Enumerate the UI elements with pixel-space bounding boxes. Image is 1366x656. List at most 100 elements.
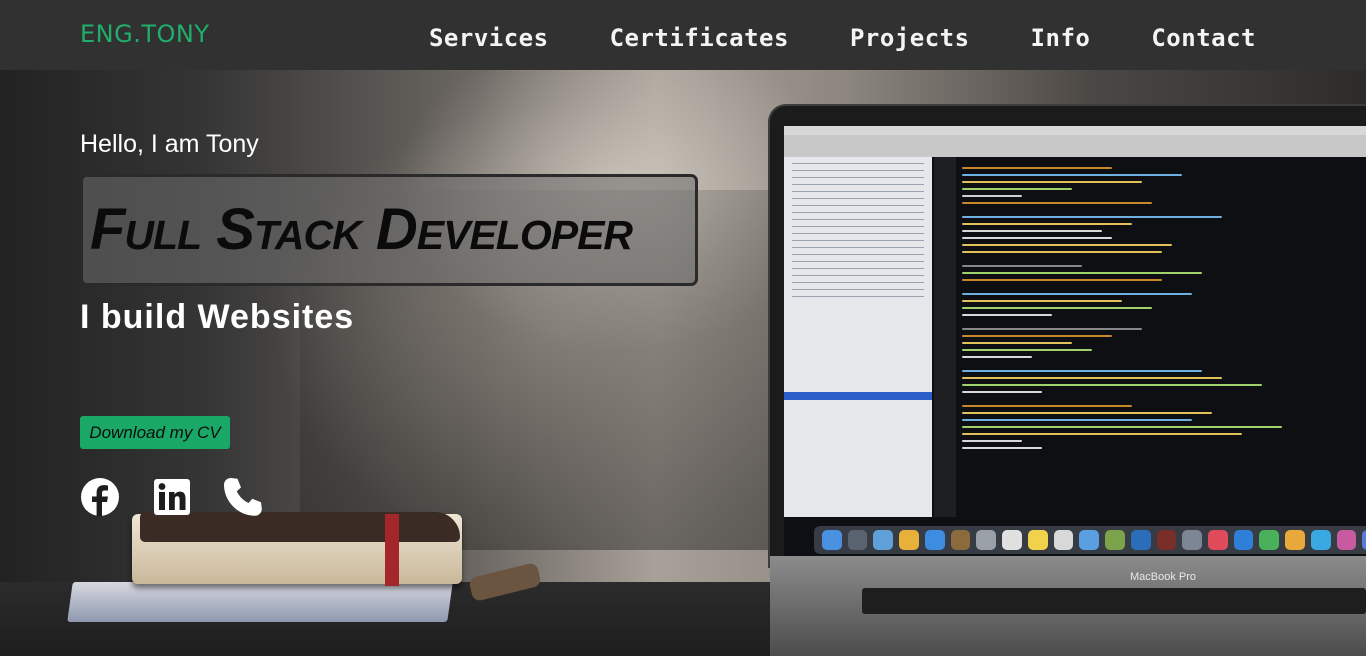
code-line [962, 202, 1152, 204]
code-line [962, 412, 1212, 414]
hero-tagline: I build Websites [80, 298, 355, 336]
file-tree-line [792, 177, 924, 178]
file-tree-line [792, 247, 924, 248]
file-tree-line [792, 163, 924, 164]
dock-icon [822, 530, 842, 550]
code-line [962, 181, 1142, 183]
dock-icon [1259, 530, 1280, 550]
code-line [962, 167, 1112, 169]
code-line [962, 307, 1152, 309]
code-line [962, 447, 1042, 449]
dock-icon [1182, 530, 1203, 550]
dock-icon [1336, 530, 1357, 550]
dock-icon [1105, 530, 1125, 550]
hero-title: Full Stack Developer [90, 197, 633, 262]
file-tree-selected [784, 392, 932, 400]
file-tree-line [792, 170, 924, 171]
file-tree-line [792, 184, 924, 185]
book-band [385, 514, 399, 586]
code-line [962, 391, 1042, 393]
code-line [962, 433, 1242, 435]
code-line [962, 279, 1162, 281]
file-tree-line [792, 191, 924, 192]
facebook-link[interactable] [80, 476, 120, 518]
code-line [962, 405, 1132, 407]
code-line [962, 300, 1122, 302]
file-tree-line [792, 282, 924, 283]
linkedin-link[interactable] [153, 476, 191, 518]
main-nav: Services Certificates Projects Info Cont… [429, 24, 1256, 52]
dock-icon [1130, 530, 1151, 550]
code-line [962, 174, 1182, 176]
file-tree-line [792, 268, 924, 269]
file-tree-line [792, 226, 924, 227]
code-line [962, 223, 1132, 225]
dock-icon [1362, 530, 1366, 550]
code-line [962, 377, 1222, 379]
dock-icon [1002, 530, 1022, 550]
code-line [962, 370, 1202, 372]
dock-icon [847, 530, 868, 550]
file-tree-line [792, 289, 924, 290]
file-tree-line [792, 254, 924, 255]
dock-icon [899, 530, 919, 550]
dock-icon [1233, 530, 1254, 550]
phone-link[interactable] [222, 476, 264, 518]
file-tree-line [792, 198, 924, 199]
dock-icon [1053, 530, 1074, 550]
code-line [962, 272, 1202, 274]
dock-icon [1156, 530, 1177, 550]
code-line [962, 349, 1092, 351]
laptop-screen [784, 126, 1366, 556]
file-tree-line [792, 219, 924, 220]
nav-info[interactable]: Info [1031, 24, 1091, 52]
site-logo[interactable]: ENG.TONY [80, 20, 210, 48]
code-line [962, 265, 1082, 267]
notebook-stack [67, 582, 453, 622]
phone-icon [224, 478, 262, 516]
dock-icon [950, 530, 971, 550]
editor-toolbar [784, 135, 1366, 157]
file-tree-line [792, 275, 924, 276]
dock-icon [1208, 530, 1228, 550]
file-tree-line [792, 261, 924, 262]
nav-projects[interactable]: Projects [850, 24, 970, 52]
code-line [962, 328, 1142, 330]
code-line [962, 426, 1282, 428]
dock-icon [873, 530, 894, 550]
dock-icon [1027, 530, 1048, 550]
code-line [962, 188, 1072, 190]
nav-services[interactable]: Services [429, 24, 549, 52]
dock-icon [1079, 530, 1100, 550]
file-tree-line [792, 233, 924, 234]
file-tree-line [792, 205, 924, 206]
hero-greeting: Hello, I am Tony [80, 130, 259, 158]
code-line [962, 440, 1022, 442]
code-line [962, 230, 1102, 232]
editor-file-tree [784, 157, 932, 517]
file-tree-line [792, 212, 924, 213]
file-tree-line [792, 240, 924, 241]
code-line [962, 195, 1022, 197]
code-line [962, 216, 1222, 218]
laptop-keyboard [862, 588, 1366, 614]
code-line [962, 251, 1162, 253]
dock-icon [1310, 530, 1331, 550]
linkedin-icon [154, 479, 190, 515]
code-line [962, 244, 1172, 246]
macos-dock [814, 526, 1366, 554]
file-tree-line [792, 296, 924, 297]
code-line [962, 356, 1032, 358]
code-line [962, 342, 1072, 344]
dock-icon [976, 530, 997, 550]
nav-certificates[interactable]: Certificates [610, 24, 789, 52]
code-line [962, 237, 1112, 239]
nav-contact[interactable]: Contact [1151, 24, 1256, 52]
editor-menubar [784, 126, 1366, 135]
dock-icon [924, 530, 945, 550]
site-header: ENG.TONY Services Certificates Projects … [0, 0, 1366, 70]
code-line [962, 293, 1192, 295]
download-cv-button[interactable]: Download my CV [80, 416, 230, 449]
code-line [962, 419, 1192, 421]
code-line [962, 335, 1112, 337]
